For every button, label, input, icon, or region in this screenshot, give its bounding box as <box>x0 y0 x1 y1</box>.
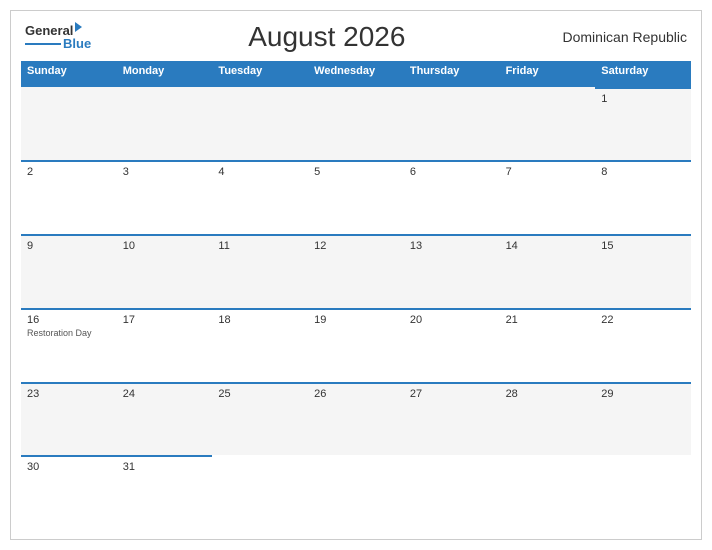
day-number: 26 <box>314 388 398 400</box>
day-number: 28 <box>506 388 590 400</box>
calendar-grid: SundayMondayTuesdayWednesdayThursdayFrid… <box>21 61 691 529</box>
day-cell <box>404 455 500 529</box>
day-number: 23 <box>27 388 111 400</box>
day-number: 9 <box>27 240 111 252</box>
day-number: 8 <box>601 166 685 178</box>
day-number: 31 <box>123 461 207 473</box>
day-number: 2 <box>27 166 111 178</box>
day-cell <box>212 87 308 161</box>
day-cell: 19 <box>308 308 404 382</box>
day-cell: 12 <box>308 234 404 308</box>
day-number: 14 <box>506 240 590 252</box>
day-cell: 2 <box>21 160 117 234</box>
day-cell <box>404 87 500 161</box>
day-number: 19 <box>314 314 398 326</box>
day-cell: 13 <box>404 234 500 308</box>
day-cell: 4 <box>212 160 308 234</box>
day-number: 16 <box>27 314 111 326</box>
day-cell: 11 <box>212 234 308 308</box>
day-cell <box>308 87 404 161</box>
day-number: 7 <box>506 166 590 178</box>
day-cell: 27 <box>404 382 500 456</box>
day-number: 24 <box>123 388 207 400</box>
day-cell: 14 <box>500 234 596 308</box>
day-cell: 21 <box>500 308 596 382</box>
day-number: 13 <box>410 240 494 252</box>
day-cell: 7 <box>500 160 596 234</box>
calendar-header: General Blue August 2026 Dominican Repub… <box>21 21 691 53</box>
day-number: 30 <box>27 461 111 473</box>
day-cell: 6 <box>404 160 500 234</box>
day-cell: 5 <box>308 160 404 234</box>
day-cell <box>500 455 596 529</box>
day-cell: 26 <box>308 382 404 456</box>
logo-blue: Blue <box>63 37 91 50</box>
country-label: Dominican Republic <box>562 29 687 45</box>
day-number: 3 <box>123 166 207 178</box>
day-header-friday: Friday <box>500 61 596 87</box>
day-cell: 8 <box>595 160 691 234</box>
day-cell: 10 <box>117 234 213 308</box>
day-header-thursday: Thursday <box>404 61 500 87</box>
day-cell: 28 <box>500 382 596 456</box>
day-cell: 30 <box>21 455 117 529</box>
day-cell: 3 <box>117 160 213 234</box>
day-cell: 9 <box>21 234 117 308</box>
day-cell <box>595 455 691 529</box>
logo: General Blue <box>25 24 91 50</box>
day-number: 25 <box>218 388 302 400</box>
day-cell: 16 Restoration Day <box>21 308 117 382</box>
day-number: 11 <box>218 240 302 252</box>
day-cell <box>212 455 308 529</box>
day-cell: 31 <box>117 455 213 529</box>
calendar-container: General Blue August 2026 Dominican Repub… <box>10 10 702 540</box>
day-number: 15 <box>601 240 685 252</box>
logo-triangle-icon <box>75 22 82 32</box>
day-cell: 1 <box>595 87 691 161</box>
day-cell: 20 <box>404 308 500 382</box>
day-number: 27 <box>410 388 494 400</box>
day-number: 4 <box>218 166 302 178</box>
day-number: 17 <box>123 314 207 326</box>
day-cell: 29 <box>595 382 691 456</box>
day-cell: 15 <box>595 234 691 308</box>
day-cell: 23 <box>21 382 117 456</box>
day-cell: 25 <box>212 382 308 456</box>
logo-line <box>25 43 61 45</box>
day-header-monday: Monday <box>117 61 213 87</box>
day-number: 18 <box>218 314 302 326</box>
day-header-wednesday: Wednesday <box>308 61 404 87</box>
day-number: 20 <box>410 314 494 326</box>
day-cell <box>21 87 117 161</box>
day-number: 6 <box>410 166 494 178</box>
holiday-label: Restoration Day <box>27 328 111 338</box>
day-cell: 24 <box>117 382 213 456</box>
day-header-saturday: Saturday <box>595 61 691 87</box>
day-header-sunday: Sunday <box>21 61 117 87</box>
day-number: 21 <box>506 314 590 326</box>
day-cell <box>308 455 404 529</box>
day-cell <box>117 87 213 161</box>
day-cell: 18 <box>212 308 308 382</box>
day-number: 12 <box>314 240 398 252</box>
day-number: 29 <box>601 388 685 400</box>
day-number: 22 <box>601 314 685 326</box>
day-header-tuesday: Tuesday <box>212 61 308 87</box>
day-number: 1 <box>601 93 685 105</box>
day-number: 5 <box>314 166 398 178</box>
day-cell: 17 <box>117 308 213 382</box>
month-title: August 2026 <box>91 21 562 53</box>
day-number: 10 <box>123 240 207 252</box>
day-cell <box>500 87 596 161</box>
day-cell: 22 <box>595 308 691 382</box>
